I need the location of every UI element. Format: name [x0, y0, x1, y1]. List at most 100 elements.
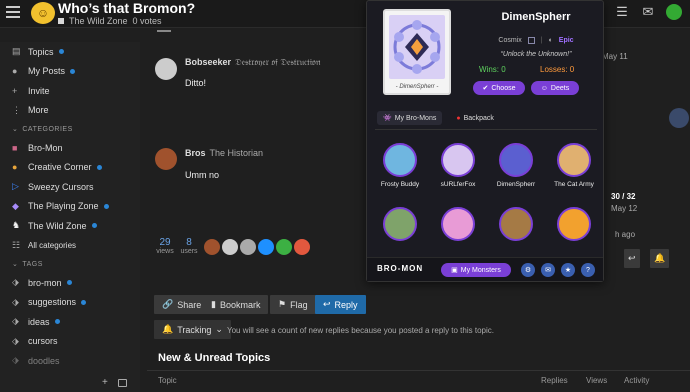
- tab-my-bromons[interactable]: 👾 My Bro-Mons: [377, 111, 443, 125]
- tab-backpack[interactable]: ● Backpack: [450, 111, 500, 125]
- sidebar-item-playing-zone[interactable]: ◆ The Playing Zone: [0, 197, 140, 217]
- hamburger-icon[interactable]: [6, 6, 20, 18]
- post-author[interactable]: Bobseeker 𝔇𝔢𝔰𝔱𝔯𝔬𝔶𝔢𝔯 𝔬𝔣 𝔇𝔢𝔰𝔱𝔯𝔲𝔠𝔱𝔦𝔬𝔫: [185, 57, 320, 68]
- settings-icon[interactable]: ⚙: [521, 263, 535, 277]
- sidebar-item-bro-mon[interactable]: ■ Bro-Mon: [0, 138, 140, 158]
- bromon-slot[interactable]: [375, 207, 425, 241]
- sidebar-tag-ideas[interactable]: ⬗ ideas: [0, 312, 140, 332]
- flag-button[interactable]: ⚑ Flag: [270, 295, 316, 314]
- page-title[interactable]: Who’s that Bromon?: [58, 0, 195, 16]
- bromon-slot[interactable]: [549, 207, 599, 241]
- col-activity[interactable]: Activity: [624, 376, 649, 385]
- bromon-avatar: [441, 143, 475, 177]
- choose-button[interactable]: ✔ Choose: [473, 81, 525, 95]
- bromon-avatar: [441, 207, 475, 241]
- col-views[interactable]: Views: [586, 376, 607, 385]
- reply-button[interactable]: ↩ Reply: [315, 295, 366, 314]
- bromon-avatar: [383, 143, 417, 177]
- section-label: TAGS: [22, 260, 43, 268]
- bromon-slot[interactable]: Frosty Buddy: [375, 143, 425, 188]
- category-badge-icon: [58, 18, 64, 24]
- bromon-slot[interactable]: sURLferFox: [433, 143, 483, 188]
- star-icon[interactable]: ★: [561, 263, 575, 277]
- sidebar-item-topics[interactable]: ▤ Topics: [0, 42, 140, 62]
- sidebar-item-label: My Posts: [28, 66, 66, 77]
- menu-icon[interactable]: ☰: [614, 4, 630, 20]
- bromon-tabs: 👾 My Bro-Mons ● Backpack: [377, 111, 500, 125]
- tracking-button[interactable]: 🔔 Tracking ⌄: [154, 320, 231, 339]
- category-link[interactable]: The Wild Zone: [69, 16, 128, 26]
- quote-toggle-icon[interactable]: [157, 30, 171, 32]
- card-art: [389, 15, 445, 79]
- sidebar-item-sweezy-cursors[interactable]: ▷ Sweezy Cursors: [0, 177, 140, 197]
- bromon-slot[interactable]: The Cat Army: [549, 143, 599, 188]
- sidebar: ▤ Topics ● My Posts + Invite ⋮ More ⌄ CATEGOR…: [0, 42, 140, 392]
- timeline-last-activity[interactable]: h ago: [615, 230, 635, 239]
- bromon-slot[interactable]: DimenSpherr: [491, 143, 541, 188]
- keyboard-icon[interactable]: [118, 379, 127, 387]
- box-icon: ▣: [451, 267, 458, 274]
- tags-section-header[interactable]: ⌄ TAGS: [0, 255, 140, 273]
- sidebar-item-label: bro-mon: [28, 277, 62, 288]
- avatar[interactable]: [276, 239, 292, 255]
- views-stat: 29 views: [155, 237, 175, 255]
- avatar[interactable]: [155, 148, 177, 170]
- avatar[interactable]: [222, 239, 238, 255]
- bromon-icon: ■: [12, 142, 18, 153]
- site-logo[interactable]: ☺: [31, 2, 55, 24]
- sidebar-item-invite[interactable]: + Invite: [0, 81, 140, 101]
- flag-icon: ⚑: [278, 299, 287, 309]
- bromon-slot[interactable]: [491, 207, 541, 241]
- sidebar-tag-doodles[interactable]: ⬗ doodles: [0, 351, 140, 371]
- sidebar-tag-bro-mon[interactable]: ⬗ bro-mon: [0, 273, 140, 293]
- breadcrumb: The Wild Zone 0 votes: [58, 16, 162, 26]
- categories-section-header[interactable]: ⌄ CATEGORIES: [0, 120, 140, 138]
- avatar[interactable]: [240, 239, 256, 255]
- avatar[interactable]: [258, 239, 274, 255]
- vote-count: 0 votes: [132, 16, 162, 26]
- users-stat: 8 users: [179, 237, 199, 255]
- cursor-icon: ▷: [12, 181, 19, 192]
- bromon-slot[interactable]: [433, 207, 483, 241]
- timeline-reply-button[interactable]: ↩: [624, 249, 640, 268]
- bookmark-button[interactable]: ▮ Bookmark: [203, 295, 269, 314]
- bromon-label: sURLferFox: [440, 181, 476, 188]
- share-button[interactable]: 🔗 Share: [154, 295, 210, 314]
- bromon-card[interactable]: - DimenSpherr -: [383, 9, 451, 95]
- help-icon[interactable]: ?: [581, 263, 595, 277]
- avatar[interactable]: [294, 239, 310, 255]
- type-label: Cosmix: [498, 37, 522, 44]
- chevron-down-icon: ⌄: [12, 126, 19, 133]
- post-date[interactable]: May 11: [602, 52, 628, 61]
- unread-dot: [91, 223, 97, 229]
- views-label: views: [156, 248, 174, 255]
- sidebar-item-more[interactable]: ⋮ More: [0, 101, 140, 121]
- check-icon: ✔: [482, 85, 489, 92]
- my-monsters-button[interactable]: ▣ My Monsters: [441, 263, 511, 277]
- backpack-icon: ●: [456, 114, 461, 122]
- users-label: users: [180, 248, 198, 255]
- reply-icon: ↩: [628, 253, 636, 263]
- palette-icon: ●: [12, 162, 18, 173]
- sidebar-item-creative-corner[interactable]: ● Creative Corner: [0, 158, 140, 178]
- col-replies[interactable]: Replies: [541, 376, 568, 385]
- more-icon: ⋮: [12, 104, 21, 115]
- add-icon[interactable]: +: [102, 377, 108, 388]
- sidebar-item-all-categories[interactable]: ☷ All categories: [0, 236, 140, 256]
- sidebar-tag-cursors[interactable]: ⬗ cursors: [0, 332, 140, 352]
- avatar[interactable]: [155, 58, 177, 80]
- chat-icon[interactable]: ✉: [541, 263, 555, 277]
- col-topic[interactable]: Topic: [158, 376, 177, 385]
- deets-button[interactable]: ☺ Deets: [531, 81, 579, 95]
- avatar[interactable]: [204, 239, 220, 255]
- sidebar-item-my-posts[interactable]: ● My Posts: [0, 62, 140, 82]
- sidebar-tag-suggestions[interactable]: ⬗ suggestions: [0, 293, 140, 313]
- section-label: CATEGORIES: [22, 125, 73, 133]
- user-avatar-icon[interactable]: [666, 4, 682, 20]
- chat-icon[interactable]: ✉: [640, 4, 656, 20]
- sidebar-footer: +: [0, 374, 140, 392]
- post-author[interactable]: Bros The Historian: [185, 148, 263, 158]
- floating-widget-icon[interactable]: [669, 108, 689, 128]
- sidebar-item-wild-zone[interactable]: ♞ The Wild Zone: [0, 216, 140, 236]
- timeline-notification-button[interactable]: 🔔: [650, 249, 670, 268]
